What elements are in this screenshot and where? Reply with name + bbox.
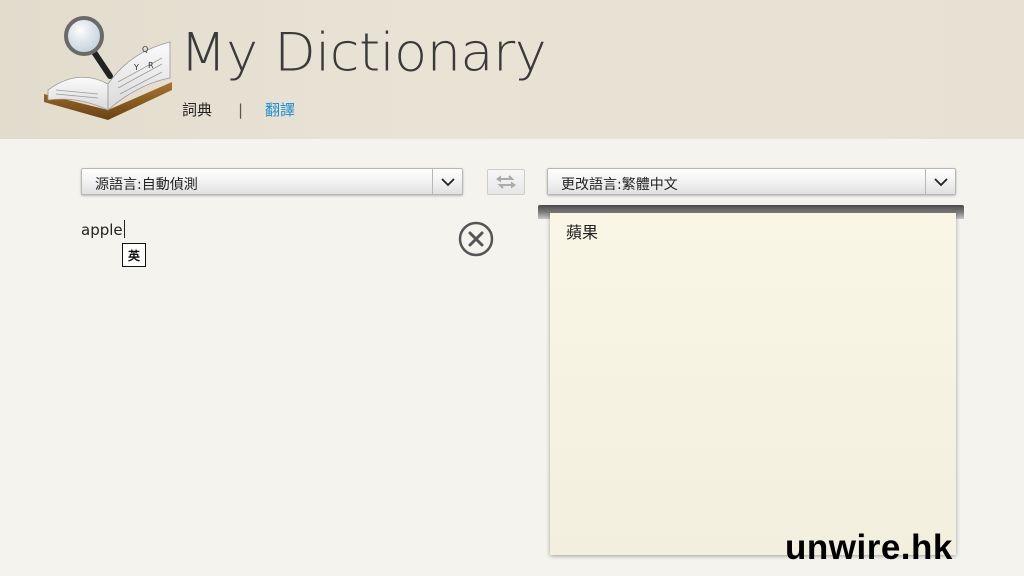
svg-text:Y: Y	[133, 63, 139, 72]
book-magnifier-icon: Q Y R	[44, 16, 172, 120]
target-language-dropdown[interactable]: 更改語言:繁體中文	[547, 168, 956, 195]
target-language-label: 更改語言:繁體中文	[561, 177, 678, 193]
ime-indicator: 英	[122, 243, 146, 267]
text-caret	[123, 220, 125, 238]
svg-text:Q: Q	[142, 45, 148, 54]
translation-result-text: 蘋果	[566, 223, 599, 242]
target-dropdown-button[interactable]	[925, 169, 955, 194]
chevron-down-icon	[440, 177, 455, 186]
source-text-input[interactable]: apple	[81, 220, 441, 242]
source-language-dropdown[interactable]: 源語言:自動偵測	[81, 168, 463, 195]
nav-dictionary-link[interactable]: 詞典	[182, 100, 212, 120]
nav-translate-link[interactable]: 翻譯	[265, 100, 295, 120]
chevron-down-icon	[933, 177, 948, 186]
source-language-label: 源語言:自動偵測	[95, 177, 198, 193]
app-header: Q Y R My Dictionary 詞典 | 翻譯	[0, 0, 1024, 139]
svg-text:R: R	[148, 61, 154, 70]
swap-arrows-icon	[496, 175, 516, 189]
source-dropdown-button[interactable]	[432, 169, 462, 194]
swap-languages-button[interactable]	[487, 169, 525, 195]
source-text-value: apple	[81, 221, 123, 239]
nav-separator: |	[238, 101, 244, 119]
close-circle-icon[interactable]	[458, 221, 494, 257]
translation-result-panel: 蘋果	[550, 213, 956, 555]
watermark: unwire.hk	[785, 528, 953, 567]
app-title: My Dictionary	[180, 21, 547, 84]
